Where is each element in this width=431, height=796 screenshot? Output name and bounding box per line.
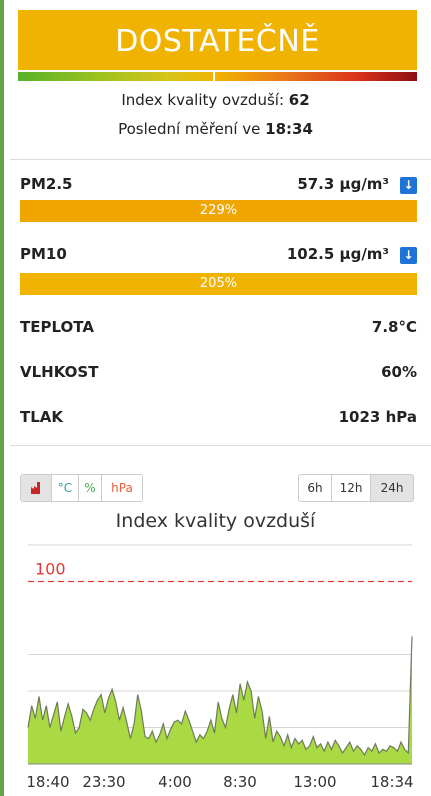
x-tick-label: 13:00 [293,773,336,791]
x-tick-label: 23:30 [82,773,125,791]
x-tick-label: 8:30 [223,773,257,791]
aqi-chart: 100 18:40 23:30 4:00 8:30 13:00 18:34 [26,544,414,791]
aqi-area [28,636,412,764]
x-tick-label: 18:40 [26,773,69,791]
x-tick-label: 4:00 [158,773,192,791]
x-tick-label: 18:34 [370,773,413,791]
threshold-label: 100 [35,560,66,579]
